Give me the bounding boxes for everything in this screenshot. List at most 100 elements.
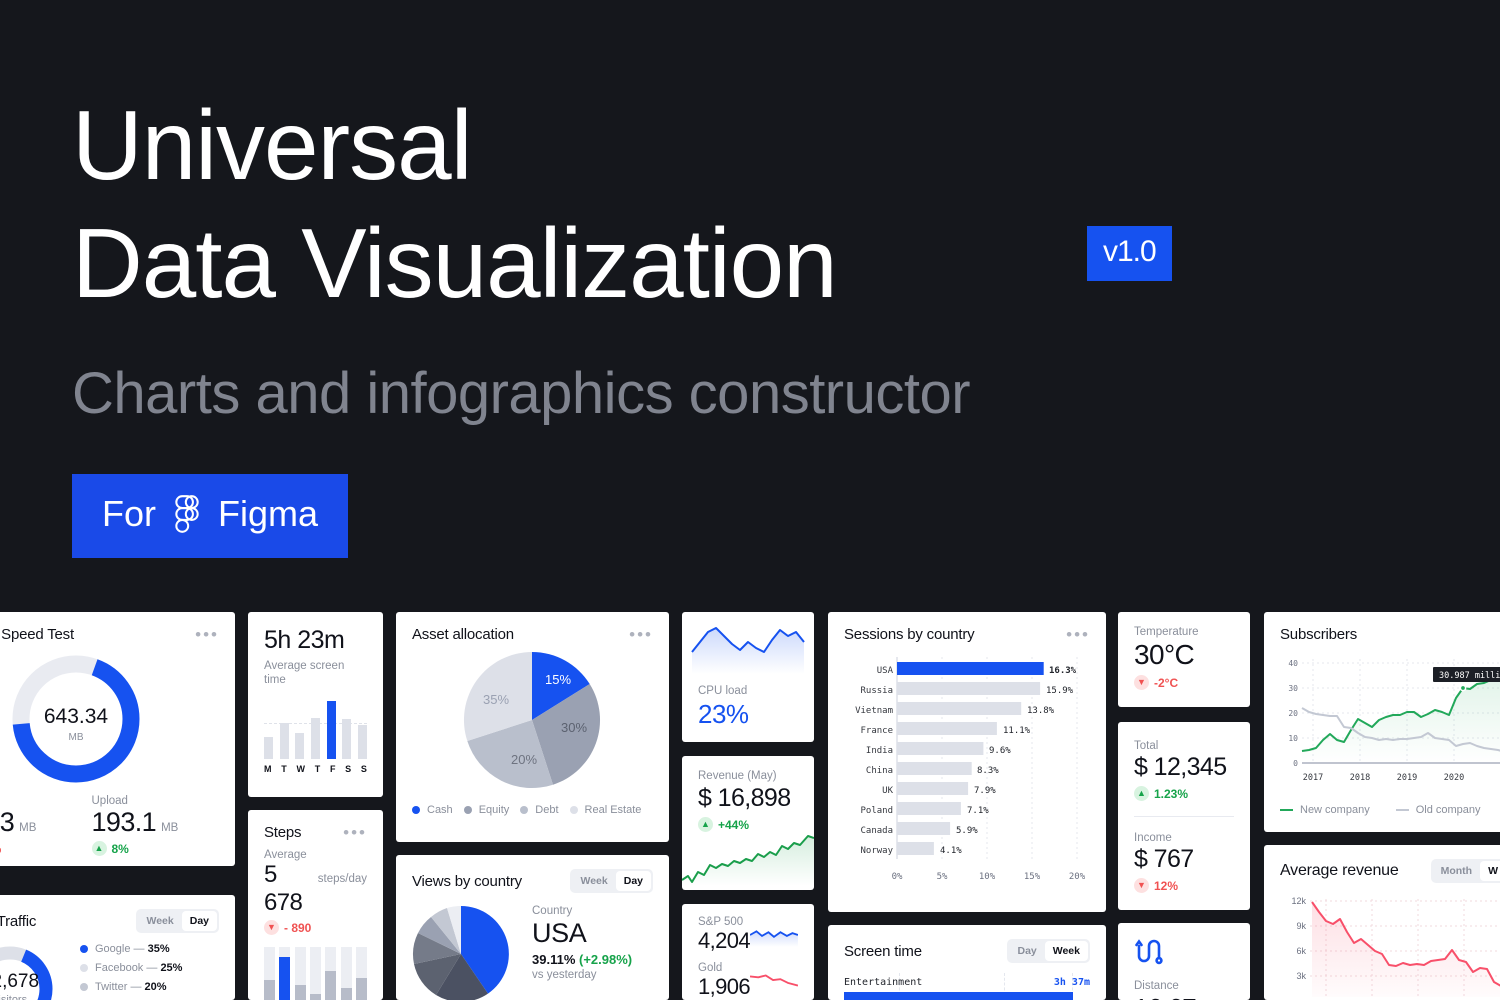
svg-text:20%: 20% xyxy=(511,752,537,767)
upload-delta-value: 8% xyxy=(111,841,129,856)
card-views-by-country[interactable]: Views by country Week Day Country USA 39… xyxy=(396,855,669,1000)
card-total-income[interactable]: Total $ 12,345 ▲ 1.23% Income $ 767 ▼ 12… xyxy=(1118,722,1250,910)
speed-donut-chart: 643.34 MB xyxy=(12,655,140,783)
views-change: (+2.98%) xyxy=(579,952,633,967)
card-steps[interactable]: Steps ••• Average 5 678 steps/day ▼ - 89… xyxy=(248,810,383,1000)
svg-text:0%: 0% xyxy=(892,872,903,882)
svg-text:11.1%: 11.1% xyxy=(1003,726,1031,736)
card-cpu-load[interactable]: CPU load 23% xyxy=(682,612,814,742)
svg-text:20%: 20% xyxy=(1069,872,1086,882)
temperature-value: 30°C xyxy=(1134,639,1195,670)
toggle-option-week[interactable]: W xyxy=(1480,861,1500,881)
svg-text:3k: 3k xyxy=(1296,971,1306,981)
svg-text:10: 10 xyxy=(1288,734,1298,743)
card-revenue-may[interactable]: Revenue (May) $ 16,898 ▲ +44% xyxy=(682,756,814,890)
total-delta: ▲ 1.23% xyxy=(1134,786,1188,801)
card-average-revenue[interactable]: Average revenue Month W 12k 9k 6k 3k xyxy=(1264,845,1500,1000)
toggle-option-day[interactable]: Day xyxy=(1009,941,1044,961)
card-internet-speed-test[interactable]: ernet Speed Test ••• 643.34 MB wnload xyxy=(0,612,235,866)
svg-text:30: 30 xyxy=(1288,684,1298,693)
card-distance[interactable]: Distance 16.67 xyxy=(1118,923,1250,1000)
card-markets[interactable]: S&P 500 4,204 Gold 1,906 xyxy=(682,904,814,1000)
avg-screen-time-value: 5h 23m xyxy=(264,626,345,654)
download-label: wnload xyxy=(0,795,81,807)
legend-item: Twitter — 20% xyxy=(80,981,182,993)
average-revenue-area-chart: 12k 9k 6k 3k xyxy=(1291,896,1500,997)
toggle-option-day[interactable]: Day xyxy=(615,871,651,891)
revenue-label: Revenue (May) xyxy=(698,770,777,782)
total-delta-value: 1.23% xyxy=(1154,786,1189,801)
referral-period-toggle[interactable]: Week Day xyxy=(136,909,219,933)
toggle-option-week[interactable]: Week xyxy=(1044,941,1088,961)
svg-text:9.6%: 9.6% xyxy=(989,746,1011,756)
market-row: S&P 500 4,204 xyxy=(698,916,798,954)
overflow-menu-icon[interactable]: ••• xyxy=(1066,626,1090,643)
svg-text:2017: 2017 xyxy=(1303,773,1323,783)
legend-item: Google — 35% xyxy=(80,943,182,955)
card-asset-allocation[interactable]: Asset allocation ••• 15% 30% 20% 35% Cas… xyxy=(396,612,669,842)
views-period-toggle[interactable]: Week Day xyxy=(570,869,653,893)
income-delta: ▼ 12% xyxy=(1134,878,1178,893)
market-label: S&P 500 xyxy=(698,916,744,928)
sessions-title: Sessions by country xyxy=(844,626,975,643)
revenue-delta-value: +44% xyxy=(718,817,750,832)
card-subscribers[interactable]: Subscribers 40 30 20 10 0 30.987 milli 2… xyxy=(1264,612,1500,832)
card-temperature[interactable]: Temperature 30°C ▼ -2°C xyxy=(1118,612,1250,707)
card-average-screen-time[interactable]: 5h 23m Average screen time MTWT F S S xyxy=(248,612,383,797)
svg-text:9k: 9k xyxy=(1296,921,1306,931)
cpu-load-value: 23% xyxy=(698,699,749,729)
legend-label: Facebook — 25% xyxy=(95,962,183,974)
page-title-line1: Universal xyxy=(72,90,472,200)
views-by-country-title: Views by country xyxy=(412,872,522,890)
toggle-option-day[interactable]: Day xyxy=(181,911,217,931)
toggle-option-week[interactable]: Week xyxy=(138,911,181,931)
svg-text:16.3%: 16.3% xyxy=(1049,666,1077,676)
card-sessions-by-country[interactable]: Sessions by country ••• USA Russia Vietn… xyxy=(828,612,1106,912)
legend-label: Twitter — 20% xyxy=(95,981,167,993)
svg-text:4.1%: 4.1% xyxy=(940,846,962,856)
subscribers-legend: New company Old company xyxy=(1280,804,1500,816)
avg-screen-time-label: Average screen time xyxy=(264,660,345,686)
svg-text:Norway: Norway xyxy=(860,846,893,856)
svg-text:Poland: Poland xyxy=(860,806,893,816)
arrow-up-icon: ▲ xyxy=(1134,786,1149,801)
svg-text:2019: 2019 xyxy=(1397,773,1417,783)
card-referral-traffic[interactable]: erral Traffic Week Day 12,678 visitors G… xyxy=(0,895,235,1000)
svg-text:6k: 6k xyxy=(1296,946,1306,956)
temperature-delta: ▼ -2°C xyxy=(1134,675,1178,690)
svg-text:5.9%: 5.9% xyxy=(956,826,978,836)
svg-text:7.1%: 7.1% xyxy=(967,806,989,816)
arrow-down-icon: ▼ xyxy=(1134,878,1149,893)
for-figma-button[interactable]: For Figma xyxy=(72,474,349,558)
screen-time-period-toggle[interactable]: Day Week xyxy=(1007,939,1090,963)
steps-avg-unit: steps/day xyxy=(317,873,367,885)
svg-text:India: India xyxy=(866,746,893,756)
subscribers-line-chart: 40 30 20 10 0 30.987 million 2017 2018 2019 2… xyxy=(1288,659,1500,783)
toggle-option-week[interactable]: Week xyxy=(572,871,615,891)
card-screen-time[interactable]: Screen time Day Week Entertainment 3h 37… xyxy=(828,925,1106,1000)
gold-sparkline xyxy=(750,974,798,987)
overflow-menu-icon[interactable]: ••• xyxy=(629,626,653,643)
avg-screen-time-axis: MTWTFSS xyxy=(264,764,367,774)
svg-text:35%: 35% xyxy=(483,692,509,707)
asset-allocation-title: Asset allocation xyxy=(412,626,514,643)
overflow-menu-icon[interactable]: ••• xyxy=(343,824,367,841)
svg-text:30%: 30% xyxy=(561,720,587,735)
steps-avg-value: 5 678 xyxy=(264,861,303,916)
svg-text:10%: 10% xyxy=(979,872,996,882)
toggle-option-month[interactable]: Month xyxy=(1433,861,1481,881)
page-title-line2: Data Visualization xyxy=(72,208,838,318)
overflow-menu-icon[interactable]: ••• xyxy=(195,626,219,643)
svg-text:15.9%: 15.9% xyxy=(1046,686,1074,696)
market-row: Gold 1,906 xyxy=(698,962,798,1000)
referral-center-label: visitors xyxy=(0,994,28,1000)
income-delta-value: 12% xyxy=(1154,878,1179,893)
legend-label: Debt xyxy=(535,804,559,816)
legend-label: Equity xyxy=(478,804,510,816)
average-revenue-period-toggle[interactable]: Month W xyxy=(1430,859,1500,883)
revenue-sparkline xyxy=(682,835,814,886)
legend-label: New company xyxy=(1300,804,1370,816)
screen-time-row-label: Entertainment xyxy=(844,977,923,988)
referral-donut-chart: 12,678 visitors xyxy=(0,946,53,1000)
page-title-line2-wrap: Data Visualization v1.0 xyxy=(72,204,1172,322)
